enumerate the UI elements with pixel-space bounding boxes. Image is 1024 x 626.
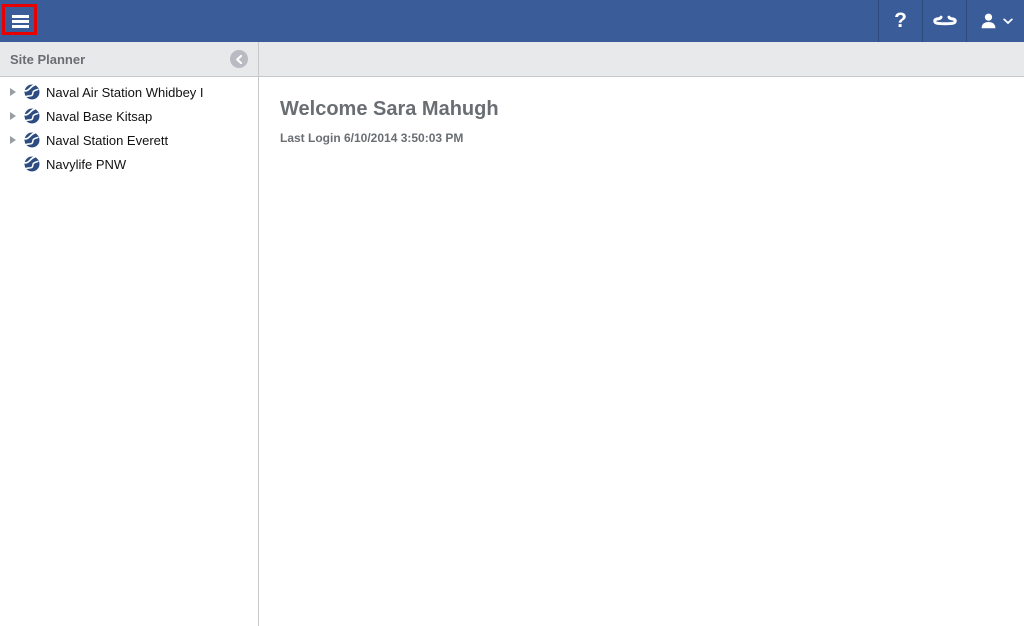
sidebar-header: Site Planner (0, 42, 258, 77)
expand-arrow-icon[interactable] (10, 136, 20, 144)
expand-arrow-icon[interactable] (10, 88, 20, 96)
tree-item[interactable]: Naval Base Kitsap (0, 104, 258, 128)
expand-arrow-icon[interactable] (10, 112, 20, 120)
sidebar-title: Site Planner (10, 52, 230, 67)
help-icon: ? (894, 9, 907, 33)
main-body: Welcome Sara Mahugh Last Login 6/10/2014… (259, 77, 1024, 145)
welcome-heading: Welcome Sara Mahugh (280, 98, 1024, 121)
sidebar-collapse-button[interactable] (230, 50, 248, 68)
tree-item[interactable]: Navylife PNW (0, 152, 258, 176)
chevron-left-icon (235, 55, 243, 64)
tree-item[interactable]: Naval Air Station Whidbey I (0, 80, 258, 104)
link-button[interactable] (922, 0, 966, 42)
globe-icon (24, 84, 40, 100)
top-navigation-bar: ? (0, 0, 1024, 42)
site-planner-sidebar: Site Planner (0, 42, 259, 626)
main-panel: Welcome Sara Mahugh Last Login 6/10/2014… (259, 42, 1024, 626)
chevron-down-icon (1003, 18, 1013, 25)
topbar-spacer (40, 0, 878, 42)
tree-item[interactable]: Naval Station Everett (0, 128, 258, 152)
globe-icon (24, 108, 40, 124)
user-menu-button[interactable] (966, 0, 1024, 42)
help-button[interactable]: ? (878, 0, 922, 42)
last-login-text: Last Login 6/10/2014 3:50:03 PM (280, 131, 1024, 145)
content-area: Site Planner (0, 42, 1024, 626)
tree-item-label: Navylife PNW (40, 157, 126, 172)
link-icon (932, 13, 958, 29)
menu-button[interactable] (0, 0, 40, 42)
user-icon (979, 12, 998, 31)
site-tree: Naval Air Station Whidbey I Naval Bas (0, 77, 258, 176)
tree-item-label: Naval Station Everett (40, 133, 168, 148)
globe-icon (24, 132, 40, 148)
globe-icon (24, 156, 40, 172)
tree-item-label: Naval Base Kitsap (40, 109, 152, 124)
main-header-strip (259, 42, 1024, 77)
tree-item-label: Naval Air Station Whidbey I (40, 85, 204, 100)
